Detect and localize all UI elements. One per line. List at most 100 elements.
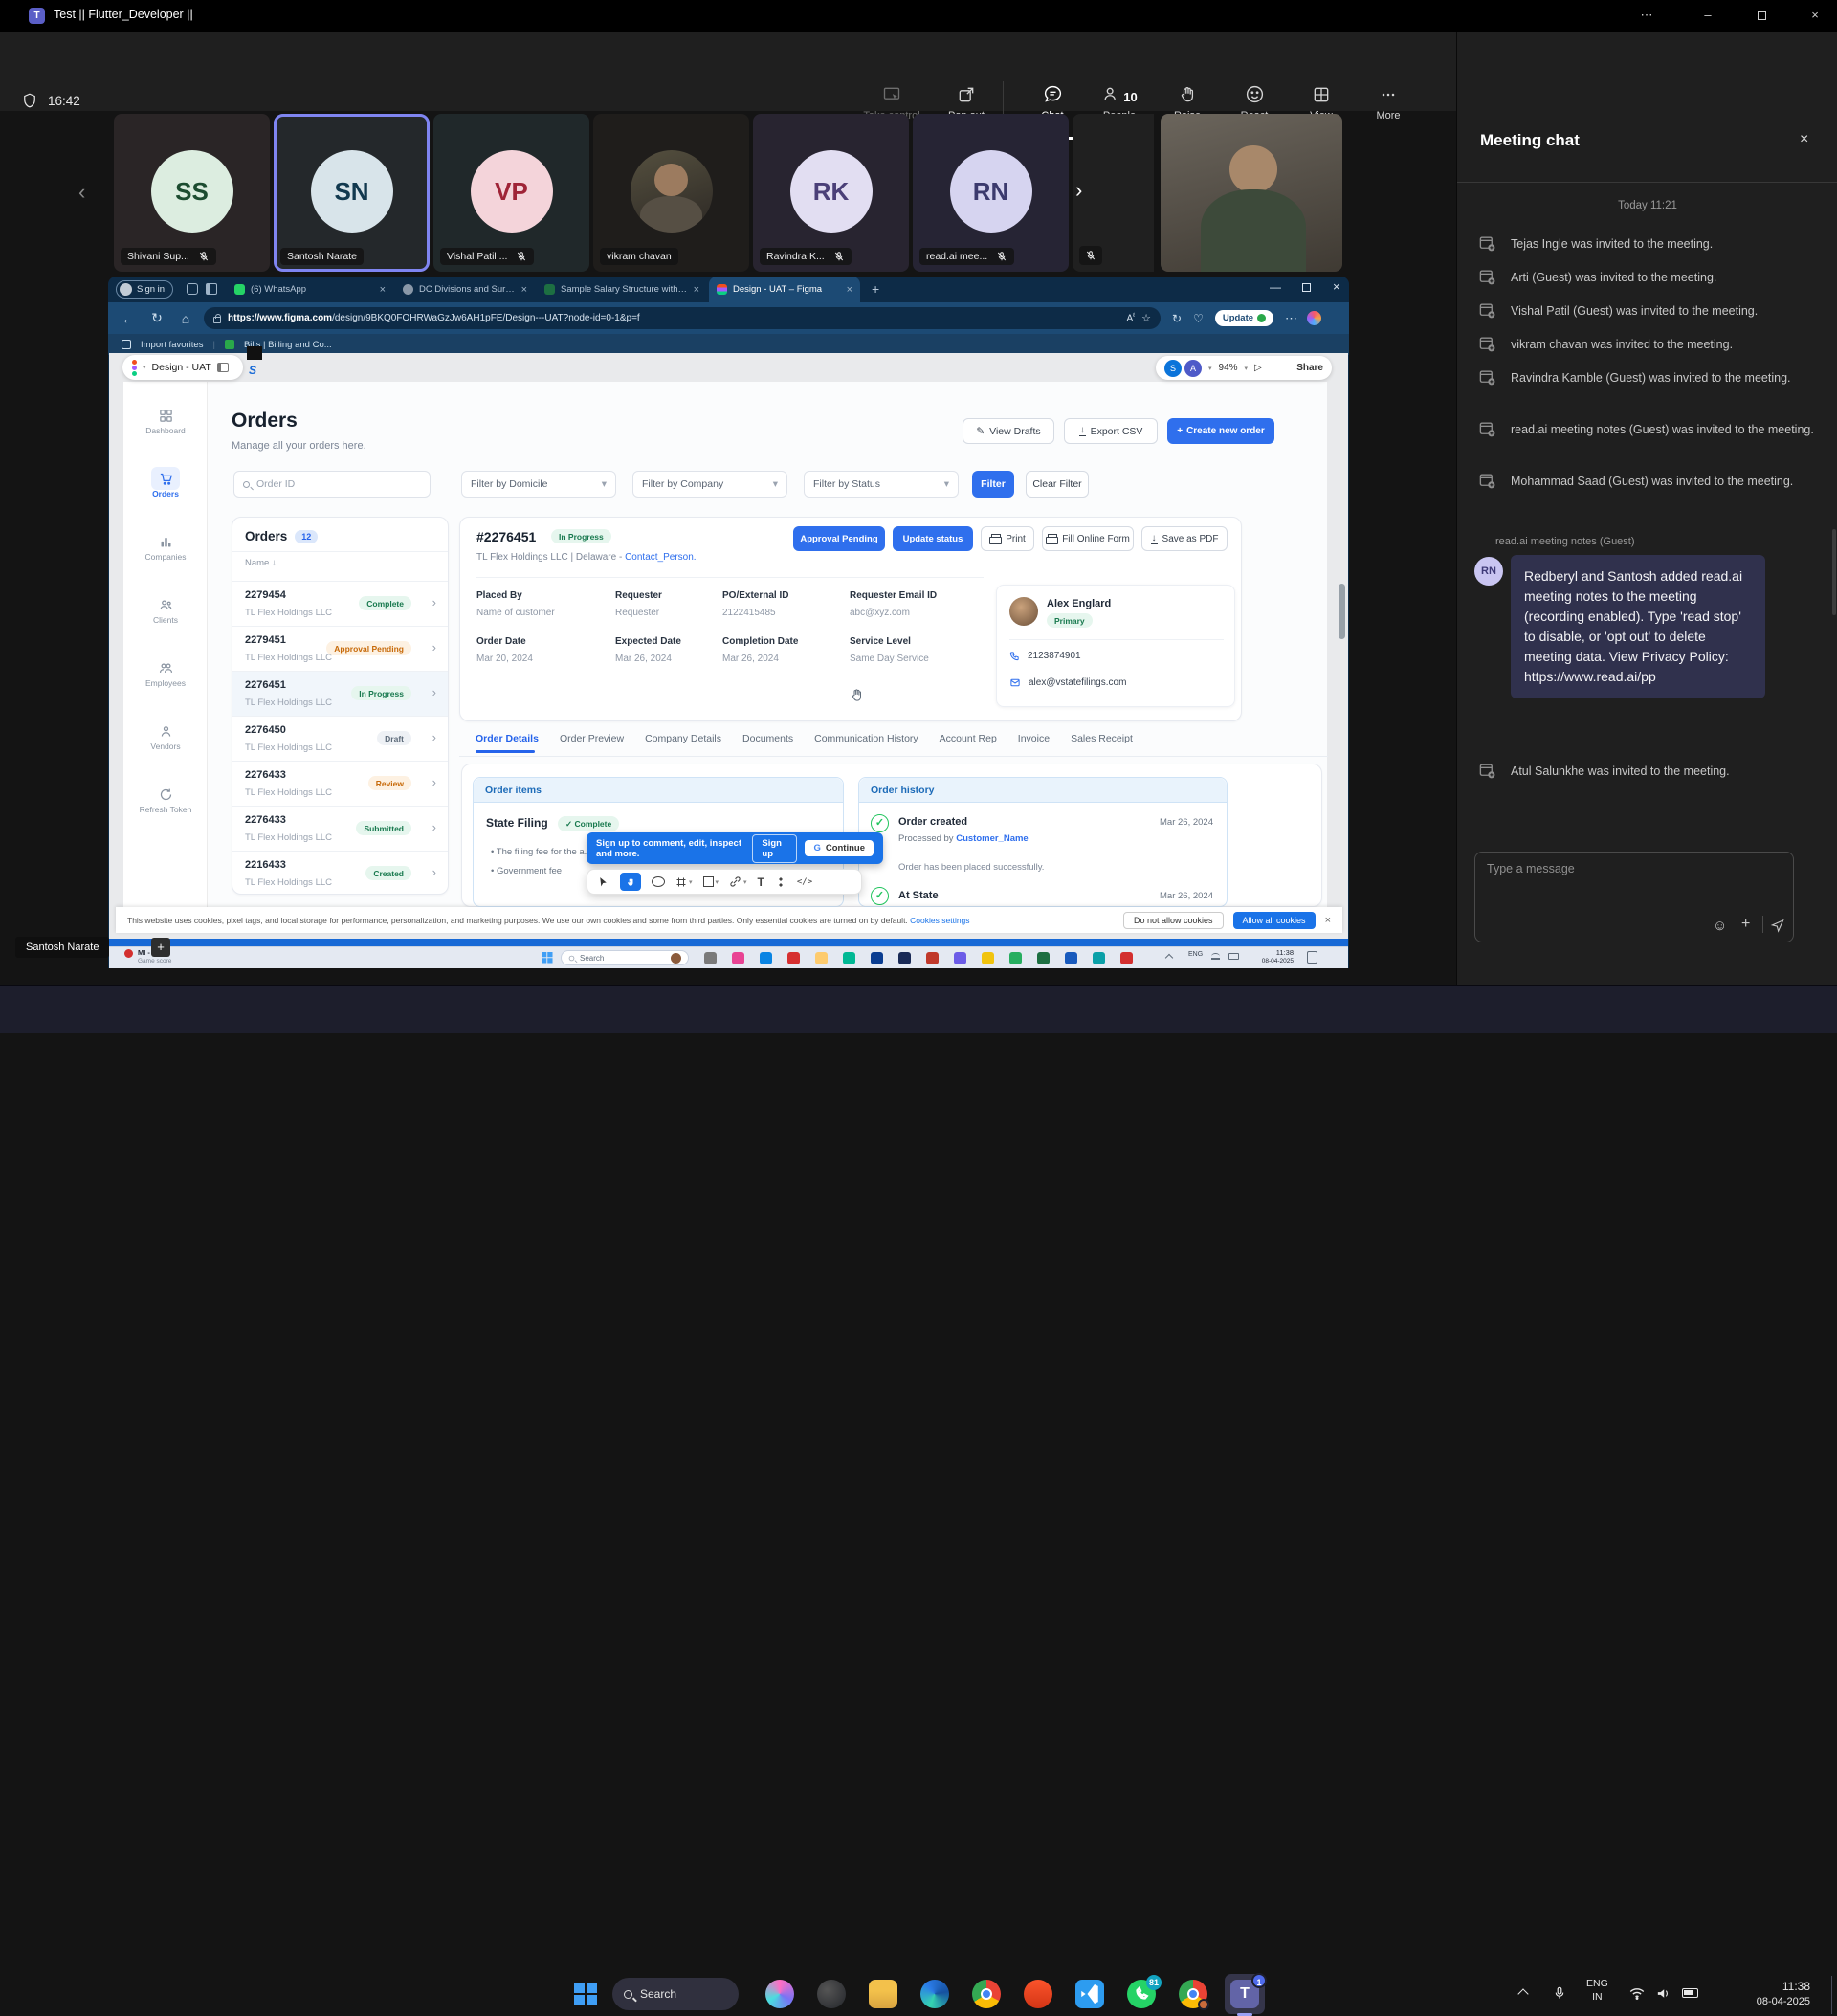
- home-icon[interactable]: ⌂: [171, 311, 200, 326]
- sign-up-button[interactable]: Sign up: [752, 834, 797, 863]
- attach-plus-icon[interactable]: +: [1741, 916, 1750, 933]
- notification-icon[interactable]: [1307, 951, 1317, 964]
- sidebar-item-refresh-token[interactable]: Refresh Token: [123, 787, 208, 814]
- browser-signin-button[interactable]: Sign in: [116, 280, 173, 299]
- browser-tab[interactable]: Sample Salary Structure with calc×: [537, 277, 707, 302]
- participant-tile[interactable]: RK Ravindra K...: [753, 114, 909, 272]
- browser-update-button[interactable]: Update: [1215, 310, 1273, 326]
- participant-tile[interactable]: VP Vishal Patil ...: [433, 114, 589, 272]
- cookies-settings-link[interactable]: Cookies settings: [910, 916, 969, 925]
- vertical-tabs-icon[interactable]: [206, 283, 217, 295]
- favorites-heart-icon[interactable]: ♡: [1193, 312, 1204, 325]
- contact-email-row[interactable]: alex@vstatefilings.com: [1009, 677, 1126, 688]
- browser-tab[interactable]: DC Divisions and Surroundings×: [395, 277, 535, 302]
- app-icon[interactable]: [815, 952, 828, 964]
- chevron-down-icon[interactable]: ▾: [1245, 365, 1249, 372]
- taskbar-search[interactable]: Search: [612, 1978, 739, 2010]
- tab-documents[interactable]: Documents: [742, 733, 793, 744]
- app-icon[interactable]: [926, 952, 939, 964]
- app-icon[interactable]: [1037, 952, 1050, 964]
- rectangle-tool-icon[interactable]: ▾: [703, 876, 719, 887]
- app-icon[interactable]: [954, 952, 966, 964]
- allow-cookies-button[interactable]: Allow all cookies: [1233, 912, 1316, 929]
- order-id-search[interactable]: Order ID: [233, 471, 431, 498]
- order-row[interactable]: 2276433TL Flex Holdings LLC Submitted›: [232, 806, 448, 851]
- order-row[interactable]: 2216433TL Flex Holdings LLC Created›: [232, 851, 448, 895]
- present-icon[interactable]: ▷: [1254, 363, 1262, 373]
- collaborator-avatar[interactable]: A: [1184, 360, 1202, 377]
- tab-account-rep[interactable]: Account Rep: [940, 733, 997, 744]
- sidebar-item-companies[interactable]: Companies: [123, 535, 208, 562]
- minimize-button[interactable]: –: [1693, 7, 1722, 26]
- volume-icon[interactable]: [1655, 1986, 1671, 2001]
- chevron-down-icon[interactable]: ▾: [143, 364, 146, 371]
- spotlight-tile[interactable]: [1161, 114, 1342, 272]
- app-icon[interactable]: [1009, 952, 1022, 964]
- app-icon[interactable]: [1093, 952, 1105, 964]
- collections-icon[interactable]: ↻: [1172, 312, 1182, 325]
- code-tool-icon[interactable]: </>: [797, 877, 812, 887]
- tray-mic-icon[interactable]: [1552, 1983, 1567, 2003]
- close-button[interactable]: ×: [1801, 7, 1829, 26]
- google-continue-button[interactable]: GContinue: [805, 840, 874, 856]
- read-aloud-icon[interactable]: Aℓ: [1127, 313, 1136, 323]
- participant-tile[interactable]: SN Santosh Narate: [274, 114, 430, 272]
- figma-doc-pill[interactable]: ▾ Design - UAT: [122, 355, 243, 380]
- shape-tool-icon[interactable]: [652, 876, 665, 887]
- browser-close-icon[interactable]: ×: [1333, 279, 1340, 294]
- chat-message-input[interactable]: [1487, 862, 1755, 875]
- browser-minimize-icon[interactable]: —: [1270, 280, 1281, 294]
- column-header[interactable]: Name ↓: [232, 551, 448, 576]
- contact-phone-row[interactable]: 2123874901: [1009, 651, 1081, 661]
- app-icon[interactable]: [787, 952, 800, 964]
- sidebar-item-orders[interactable]: Orders: [123, 472, 208, 498]
- refresh-icon[interactable]: ↻: [143, 310, 171, 326]
- titlebar-more-icon[interactable]: ⋯: [1632, 7, 1661, 26]
- tab-close-icon[interactable]: ×: [694, 284, 699, 296]
- active-tool-icon[interactable]: [620, 873, 641, 891]
- back-icon[interactable]: ←: [114, 311, 143, 326]
- app-icon[interactable]: [704, 952, 717, 964]
- sidebar-item-dashboard[interactable]: Dashboard: [123, 409, 208, 435]
- tab-order-preview[interactable]: Order Preview: [560, 733, 624, 744]
- app-icon[interactable]: [843, 952, 855, 964]
- filter-apply-button[interactable]: Filter: [972, 471, 1014, 498]
- copilot-icon[interactable]: [1307, 311, 1321, 325]
- brave-icon[interactable]: [1024, 1980, 1052, 2008]
- chrome-profile-icon[interactable]: [1179, 1980, 1207, 2008]
- tab-sales-receipt[interactable]: Sales Receipt: [1071, 733, 1133, 744]
- browser-tab[interactable]: (6) WhatsApp×: [227, 277, 393, 302]
- bookmark-import-favorites[interactable]: Import favorites: [141, 340, 203, 350]
- copilot-icon[interactable]: [765, 1980, 794, 2008]
- browser-tab-active[interactable]: Design - UAT – Figma×: [709, 277, 860, 302]
- chat-close-icon[interactable]: ×: [1800, 131, 1808, 148]
- tray-chevron-icon[interactable]: [1165, 954, 1173, 962]
- create-new-order-button[interactable]: +Create new order: [1167, 418, 1274, 444]
- component-tool-icon[interactable]: [775, 876, 786, 888]
- edge-icon[interactable]: [920, 1980, 949, 2008]
- shared-start-icon[interactable]: [542, 952, 553, 964]
- cursor-tool-icon[interactable]: [597, 875, 609, 889]
- tab-close-icon[interactable]: ×: [380, 284, 386, 296]
- chevron-down-icon[interactable]: ▾: [1208, 365, 1212, 372]
- shared-lang-indicator[interactable]: ENG: [1188, 951, 1203, 958]
- link-tool-icon[interactable]: ▾: [729, 875, 747, 888]
- participant-tile[interactable]: SS Shivani Sup...: [114, 114, 270, 272]
- figma-share-button[interactable]: Share: [1296, 363, 1323, 373]
- order-row-selected[interactable]: 2276451TL Flex Holdings LLC In Progress›: [232, 671, 448, 716]
- collaborator-avatar[interactable]: S: [1164, 360, 1182, 377]
- vscode-icon[interactable]: [1075, 1980, 1104, 2008]
- tray-chevron-icon[interactable]: [1517, 1988, 1528, 1999]
- browser-menu-icon[interactable]: ⋯: [1285, 311, 1297, 326]
- app-icon[interactable]: [982, 952, 994, 964]
- tab-close-icon[interactable]: ×: [847, 284, 852, 296]
- address-bar[interactable]: https://www.figma.com/design/9BKQ0FOHRWa…: [204, 307, 1161, 329]
- more-button[interactable]: More: [1353, 76, 1424, 135]
- taskbar-clock[interactable]: 11:3808-04-2025: [1722, 1979, 1810, 2009]
- sidebar-item-vendors[interactable]: Vendors: [123, 724, 208, 751]
- cookie-close-icon[interactable]: ×: [1325, 915, 1331, 926]
- clear-filter-button[interactable]: Clear Filter: [1026, 471, 1089, 498]
- battery-icon[interactable]: [1682, 1988, 1698, 1998]
- print-button[interactable]: Print: [981, 526, 1034, 551]
- filter-status-select[interactable]: Filter by Status▾: [804, 471, 959, 498]
